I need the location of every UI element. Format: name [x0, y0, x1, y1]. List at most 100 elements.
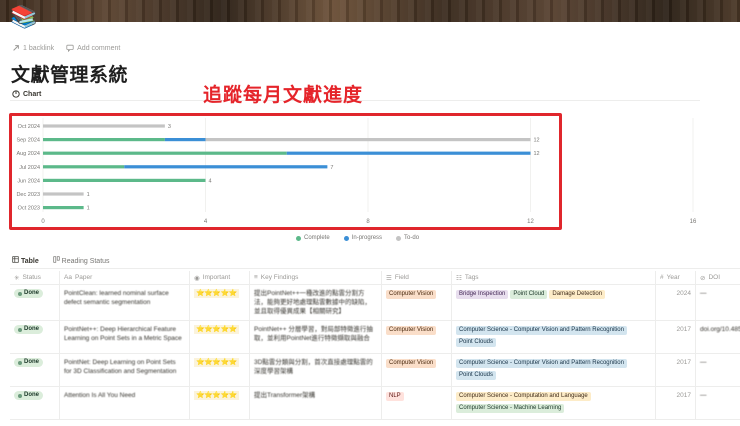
- year-cell[interactable]: 2017: [656, 354, 696, 386]
- status-cell[interactable]: Done: [10, 354, 60, 386]
- column-header-paper[interactable]: Aa Paper: [60, 271, 190, 284]
- key-findings-cell[interactable]: 提出Transformer架構: [250, 387, 382, 419]
- key-findings-text: 提出Transformer架構: [254, 392, 316, 399]
- rating-stars: ⭐⭐⭐⭐⭐: [194, 358, 240, 367]
- important-cell[interactable]: ⭐⭐⭐⭐⭐: [190, 387, 250, 419]
- tab-reading-status[interactable]: Reading Status: [53, 256, 110, 265]
- annotation-highlight-box: [9, 113, 562, 230]
- status-label: Done: [24, 392, 39, 398]
- column-header-label: Paper: [74, 274, 93, 281]
- tab-label: Reading Status: [61, 258, 110, 265]
- number-prop-icon: #: [660, 274, 664, 281]
- important-cell[interactable]: ⭐⭐⭐⭐⭐: [190, 321, 250, 353]
- legend-label: To-do: [404, 235, 420, 241]
- year-value: 2017: [676, 392, 691, 399]
- important-cell[interactable]: ⭐⭐⭐⭐⭐: [190, 354, 250, 386]
- column-header-label: Year: [666, 274, 680, 281]
- column-header-year[interactable]: # Year: [656, 271, 696, 284]
- doi-value: —: [700, 392, 707, 399]
- cover-image: [0, 0, 740, 22]
- books-icon[interactable]: 📚: [10, 3, 37, 31]
- year-value: 2024: [676, 290, 691, 297]
- board-icon: [53, 256, 60, 263]
- paper-cell[interactable]: PointClean: learned nominal surface defe…: [60, 285, 190, 320]
- rating-stars: ⭐⭐⭐⭐⭐: [194, 289, 240, 298]
- chart-icon: [12, 90, 20, 98]
- tag-chip: Computer Science - Computer Vision and P…: [456, 326, 627, 335]
- column-header-field[interactable]: ☰ Field: [382, 271, 452, 284]
- column-header-label: Status: [22, 274, 41, 281]
- title-prop-icon: Aa: [64, 274, 72, 281]
- database-view-tabs: Table Reading Status: [12, 256, 110, 265]
- field-chip: Computer Vision: [386, 290, 437, 299]
- year-cell[interactable]: 2024: [656, 285, 696, 320]
- key-findings-cell[interactable]: 3D點雲分類與分割，首次直接處理點雲的深度學習架構: [250, 354, 382, 386]
- important-cell[interactable]: ⭐⭐⭐⭐⭐: [190, 285, 250, 320]
- doi-cell[interactable]: —: [696, 285, 740, 320]
- column-header-doi[interactable]: ⊘ DOI: [696, 271, 740, 284]
- column-header-tags[interactable]: ☷ Tags: [452, 271, 656, 284]
- legend-item-complete[interactable]: Complete: [296, 235, 330, 241]
- paper-title: PointNet++: Deep Hierarchical Feature Le…: [64, 326, 182, 342]
- doi-value: doi.org/10.48550: [700, 326, 740, 333]
- tags-cell[interactable]: Computer Science - Computer Vision and P…: [452, 321, 656, 353]
- paper-title: PointClean: learned nominal surface defe…: [64, 290, 169, 306]
- field-cell[interactable]: Computer Vision: [382, 354, 452, 386]
- status-dot-icon: [18, 360, 22, 365]
- column-header-status[interactable]: ✳ Status: [10, 271, 60, 284]
- backlink-link[interactable]: 1 backlink: [12, 44, 54, 52]
- select-prop-icon: ☰: [386, 274, 392, 282]
- page-title[interactable]: 文獻管理系統: [11, 60, 128, 87]
- tag-chip: Computer Science - Computation and Langu…: [456, 392, 591, 401]
- status-cell[interactable]: Done: [10, 285, 60, 320]
- key-findings-cell[interactable]: PointNet++ 分層學習，對局部特徵進行抽取，並利用PointNet進行特…: [250, 321, 382, 353]
- status-cell[interactable]: Done: [10, 321, 60, 353]
- tags-cell[interactable]: Bridge Inspection Point Cloud Damage Detec…: [452, 285, 656, 320]
- table-row[interactable]: Done PointNet: Deep Learning on Point Set…: [10, 354, 740, 387]
- tags-cell[interactable]: Computer Science - Computer Vision and P…: [452, 354, 656, 386]
- paper-cell[interactable]: PointNet++: Deep Hierarchical Feature Le…: [60, 321, 190, 353]
- status-badge: Done: [14, 325, 43, 334]
- x-tick-label: 16: [690, 219, 697, 225]
- table-row[interactable]: Done PointNet++: Deep Hierarchical Featur…: [10, 321, 740, 354]
- column-header-label: Important: [202, 274, 231, 281]
- field-cell[interactable]: NLP: [382, 387, 452, 419]
- status-label: Done: [24, 326, 39, 332]
- column-header-label: DOI: [708, 274, 721, 281]
- tag-chip: Bridge Inspection: [456, 290, 509, 299]
- field-cell[interactable]: Computer Vision: [382, 321, 452, 353]
- chart-legend: Complete In-progress To-do: [296, 235, 419, 241]
- page-meta: 1 backlink Add comment: [12, 44, 120, 52]
- tag-chip: Point Clouds: [456, 371, 497, 380]
- add-comment-button[interactable]: Add comment: [66, 44, 120, 52]
- url-prop-icon: ⊘: [700, 274, 706, 282]
- annotation-text: 追蹤每月文獻進度: [203, 85, 364, 106]
- paper-cell[interactable]: PointNet: Deep Learning on Point Sets fo…: [60, 354, 190, 386]
- column-header-important[interactable]: ◉ Important: [190, 271, 250, 284]
- year-cell[interactable]: 2017: [656, 387, 696, 419]
- tab-label: Table: [20, 258, 39, 265]
- table-row[interactable]: Done Attention Is All You Need ⭐⭐⭐⭐⭐ 提出Tran…: [10, 387, 740, 420]
- tab-table[interactable]: Table: [12, 256, 39, 265]
- paper-title: PointNet: Deep Learning on Point Sets fo…: [64, 359, 177, 375]
- doi-cell[interactable]: doi.org/10.48550: [696, 321, 740, 353]
- doi-cell[interactable]: —: [696, 387, 740, 419]
- status-cell[interactable]: Done: [10, 387, 60, 419]
- legend-item-in-progress[interactable]: In-progress: [343, 235, 382, 241]
- table-header: ✳ Status Aa Paper ◉ Important ≡ Key Findings…: [10, 271, 740, 285]
- add-comment-label: Add comment: [77, 44, 121, 52]
- tag-chip: Point Cloud: [510, 290, 548, 299]
- backlink-label: 1 backlink: [23, 44, 55, 52]
- year-cell[interactable]: 2017: [656, 321, 696, 353]
- legend-item-to-do[interactable]: To-do: [396, 235, 419, 241]
- doi-cell[interactable]: —: [696, 354, 740, 386]
- view-tab-chart[interactable]: Chart: [12, 90, 41, 98]
- text-prop-icon: ≡: [254, 274, 258, 281]
- key-findings-cell[interactable]: 提出PointNet++一種改進的點雲分割方法，能夠更好地處理點雲數據中的缺陷，…: [250, 285, 382, 320]
- tags-cell[interactable]: Computer Science - Computation and Langu…: [452, 387, 656, 419]
- view-tab-label: Chart: [23, 90, 42, 98]
- paper-cell[interactable]: Attention Is All You Need: [60, 387, 190, 419]
- table-row[interactable]: Done PointClean: learned nominal surface …: [10, 285, 740, 321]
- column-header-key-findings[interactable]: ≡ Key Findings: [250, 271, 382, 284]
- field-cell[interactable]: Computer Vision: [382, 285, 452, 320]
